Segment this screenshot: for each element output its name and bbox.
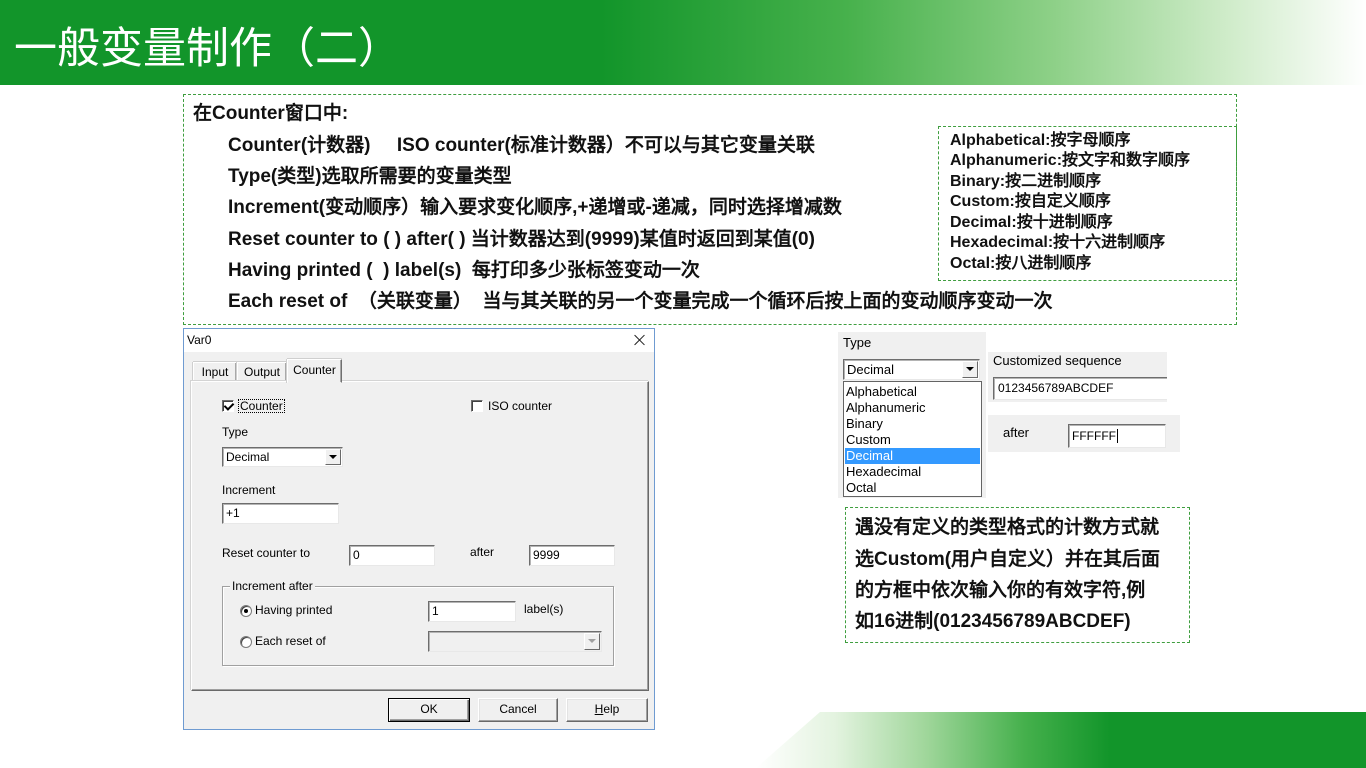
slide-title: 一般变量制作（二） [14, 25, 401, 73]
iso-counter-label[interactable]: ISO counter [488, 399, 552, 413]
type-select-value: Decimal [226, 450, 270, 464]
notes-line: Counter(计数器) ISO counter(标准计数器）不可以与其它变量关… [228, 135, 815, 156]
custom-sequence-input[interactable]: 0123456789ABCDEF [993, 377, 1167, 400]
after-input[interactable]: 9999 [529, 545, 615, 566]
type-legend-item: Custom:按自定义顺序 [950, 193, 1111, 210]
each-reset-dropdown-button [584, 633, 600, 650]
having-printed-input[interactable]: 1 [428, 601, 516, 622]
dropdown-option[interactable]: Alphabetical [845, 384, 980, 400]
each-reset-label[interactable]: Each reset of [255, 634, 326, 648]
iso-counter-checkbox[interactable] [471, 400, 483, 412]
counter-checkbox-label[interactable]: Counter [238, 399, 285, 413]
notes-line: Reset counter to ( ) after( ) 当计数器达到(999… [228, 229, 815, 250]
increment-after-group: Increment after Having printed 1 label(s… [222, 579, 614, 666]
dropdown-option[interactable]: Hexadecimal [845, 464, 980, 480]
tab-input[interactable]: Input [193, 362, 237, 382]
chevron-down-icon [588, 639, 596, 643]
type-legend-item: Alphabetical:按字母顺序 [950, 132, 1131, 149]
type-dropdown-panel: Type Decimal Alphabetical Alphanumeric B… [838, 332, 986, 498]
custom-note-line: 的方框中依次输入你的有效字符,例 [855, 580, 1146, 601]
each-reset-select [428, 631, 602, 652]
var0-dialog: Var0 Input Output Counter Counter ISO co… [183, 328, 655, 730]
notes-line: Increment(变动顺序）输入要求变化顺序,+递增或-递减，同时选择增减数 [228, 197, 842, 218]
type-dropdown-list: Alphabetical Alphanumeric Binary Custom … [843, 381, 982, 497]
custom-after-input[interactable]: FFFFFF [1068, 424, 1166, 448]
counter-checkbox[interactable] [222, 400, 234, 412]
type-dropdown-value: Decimal [847, 362, 894, 377]
close-button[interactable] [628, 329, 652, 351]
custom-note-line: 选Custom(用户自定义）并在其后面 [855, 549, 1161, 570]
increment-input[interactable]: +1 [222, 503, 339, 524]
custom-note-line: 遇没有定义的类型格式的计数方式就 [855, 517, 1160, 538]
type-dropdown-select[interactable]: Decimal [843, 359, 980, 380]
tab-output[interactable]: Output [237, 362, 287, 382]
custom-note-box: 遇没有定义的类型格式的计数方式就 选Custom(用户自定义）并在其后面 的方框… [845, 507, 1190, 643]
reset-counter-label: Reset counter to [222, 546, 311, 560]
after-label: after [470, 545, 495, 559]
type-dropdown-label: Type [843, 335, 872, 350]
help-button-label: Help [594, 702, 620, 716]
custom-sequence-label: Customized sequence [993, 353, 1122, 368]
slide-footer-bar [756, 712, 1366, 768]
text-caret [1116, 429, 1118, 443]
having-printed-radio[interactable] [240, 605, 252, 617]
dropdown-option[interactable]: Binary [845, 416, 980, 432]
counter-tab-panel: Counter ISO counter Type Decimal Increme… [191, 381, 649, 691]
dropdown-option[interactable]: Alphanumeric [845, 400, 980, 416]
type-select[interactable]: Decimal [222, 447, 343, 467]
notes-heading: 在Counter窗口中: [193, 103, 349, 124]
type-legend-box: Alphabetical:按字母顺序 Alphanumeric:按文字和数字顺序… [938, 126, 1237, 281]
reset-counter-input[interactable]: 0 [349, 545, 435, 566]
increment-after-legend: Increment after [230, 579, 315, 593]
type-legend-item: Hexadecimal:按十六进制顺序 [950, 234, 1166, 251]
custom-after-value: FFFFFF [1072, 429, 1116, 443]
dropdown-option[interactable]: Octal [845, 480, 980, 496]
notes-line: Having printed ( ) label(s) 每打印多少张标签变动一次 [228, 260, 700, 281]
custom-sequence-panel: Customized sequence 0123456789ABCDEF [988, 352, 1167, 402]
help-button[interactable]: Help [566, 698, 648, 722]
chevron-down-icon [329, 455, 337, 459]
having-printed-label[interactable]: Having printed [255, 603, 332, 617]
increment-label: Increment [222, 483, 276, 497]
type-label: Type [222, 425, 249, 439]
type-legend-item: Binary:按二进制顺序 [950, 173, 1102, 190]
dropdown-option[interactable]: Decimal [845, 448, 980, 464]
type-select-dropdown-button[interactable] [325, 449, 341, 465]
tab-counter[interactable]: Counter [287, 359, 342, 383]
chevron-down-icon [966, 367, 974, 371]
type-legend-item: Octal:按八进制顺序 [950, 255, 1092, 272]
ok-button[interactable]: OK [388, 698, 470, 722]
dialog-titlebar[interactable]: Var0 [184, 329, 654, 352]
custom-after-panel: after FFFFFF [988, 415, 1180, 452]
notes-line: Type(类型)选取所需要的变量类型 [228, 166, 512, 187]
dialog-title: Var0 [187, 333, 212, 347]
close-icon [634, 334, 646, 346]
type-legend-item: Alphanumeric:按文字和数字顺序 [950, 152, 1191, 169]
type-dropdown-button[interactable] [962, 361, 978, 378]
each-reset-radio[interactable] [240, 636, 252, 648]
type-legend-item: Decimal:按十进制顺序 [950, 214, 1113, 231]
cancel-button[interactable]: Cancel [478, 698, 558, 722]
dropdown-option[interactable]: Custom [845, 432, 980, 448]
notes-line: Each reset of （关联变量） 当与其关联的另一个变量完成一个循环后按… [228, 291, 1053, 312]
custom-note-line: 如16进制(0123456789ABCDEF) [855, 611, 1131, 632]
custom-after-label: after [1003, 425, 1030, 440]
labels-suffix: label(s) [524, 602, 564, 616]
